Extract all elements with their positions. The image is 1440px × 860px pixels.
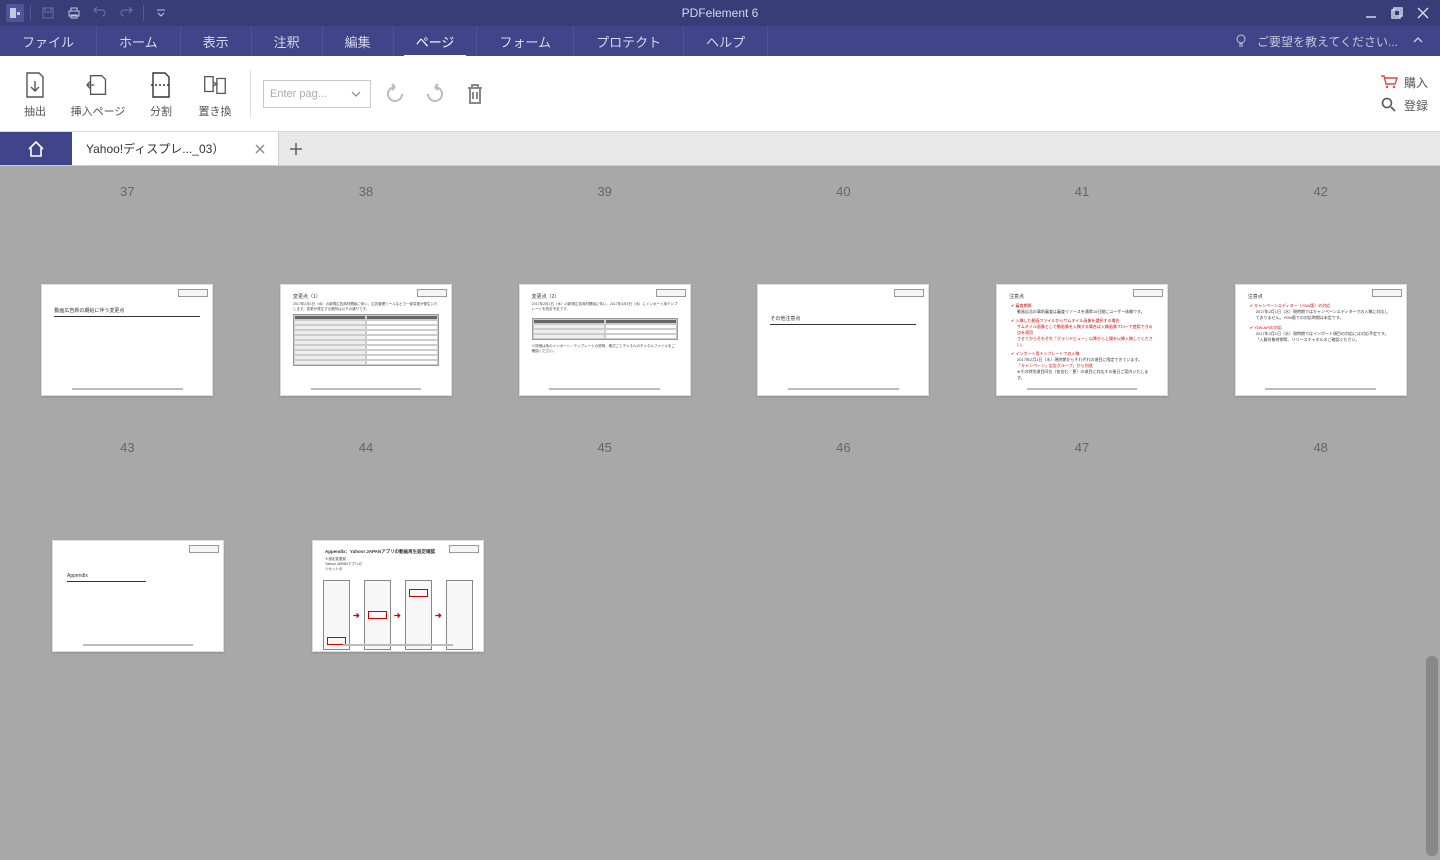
page-thumbnail-area: 37 38 39 40 41 42 動画広告新の期始に伴う変更点 変更点（1） bbox=[0, 166, 1440, 860]
page-number: 47 bbox=[1075, 422, 1089, 468]
replace-label: 置き換 bbox=[199, 103, 232, 119]
register-label: 登録 bbox=[1404, 97, 1428, 114]
page-range-input[interactable]: Enter pag... bbox=[263, 80, 371, 108]
thumb-title: 動画広告新の期始に伴う変更点 bbox=[54, 307, 200, 317]
app-logo bbox=[6, 4, 24, 22]
page-thumbnail-40[interactable]: その他注意点 bbox=[757, 284, 929, 396]
dropdown-caret-icon bbox=[348, 86, 364, 102]
home-tab[interactable] bbox=[0, 132, 72, 165]
extract-icon bbox=[21, 69, 49, 101]
maximize-button[interactable] bbox=[1384, 2, 1410, 24]
page-thumbnail-37[interactable]: 動画広告新の期始に伴う変更点 bbox=[41, 284, 213, 396]
thumb-title: Appendix bbox=[67, 573, 146, 582]
page-number: 41 bbox=[1075, 166, 1089, 212]
delete-button[interactable] bbox=[459, 78, 491, 110]
menu-bar: ファイル ホーム 表示 注釈 編集 ページ フォーム プロテクト ヘルプ ご要望… bbox=[0, 26, 1440, 56]
qat-print-icon[interactable] bbox=[63, 2, 85, 24]
replace-icon bbox=[201, 69, 229, 101]
menu-page[interactable]: ページ bbox=[394, 26, 478, 56]
thumb-sub: 2017年2月1日（水）の新規広告商材開始に伴い、広告管理ツールなどで一部変更が… bbox=[293, 302, 439, 312]
app-title: PDFelement 6 bbox=[0, 6, 1440, 20]
menu-file[interactable]: ファイル bbox=[0, 26, 97, 56]
minimize-button[interactable] bbox=[1358, 2, 1384, 24]
document-tab[interactable]: Yahoo!ディスプレ..._03） bbox=[72, 132, 279, 165]
menu-comment[interactable]: 注釈 bbox=[252, 26, 323, 56]
page-range-placeholder: Enter pag... bbox=[270, 88, 327, 100]
page-number: 42 bbox=[1313, 166, 1327, 212]
add-tab-button[interactable] bbox=[279, 132, 313, 165]
page-number: 48 bbox=[1313, 422, 1327, 468]
page-number: 39 bbox=[597, 166, 611, 212]
buy-label: 購入 bbox=[1404, 74, 1428, 91]
insert-page-icon bbox=[84, 69, 112, 101]
menu-help[interactable]: ヘルプ bbox=[684, 26, 768, 56]
page-number: 45 bbox=[597, 422, 611, 468]
close-tab-icon[interactable] bbox=[252, 141, 268, 157]
collapse-ribbon-icon[interactable] bbox=[1406, 29, 1430, 53]
close-button[interactable] bbox=[1410, 2, 1436, 24]
menu-view[interactable]: 表示 bbox=[181, 26, 252, 56]
lightbulb-icon bbox=[1233, 33, 1249, 49]
insert-page-label: 挿入ページ bbox=[71, 103, 126, 119]
page-thumbnail-39[interactable]: 変更点（2） 2017年2月1日（水）の新規広告商材開始に伴い、2017年4月5… bbox=[519, 284, 691, 396]
page-thumbnail-43[interactable]: Appendix bbox=[52, 540, 224, 652]
replace-button[interactable]: 置き換 bbox=[192, 64, 238, 124]
page-thumbnail-44[interactable]: Appendix：Yahoo! JAPANアプリの動画再生設定確認 ※設定変更前… bbox=[312, 540, 484, 652]
split-button[interactable]: 分割 bbox=[138, 64, 184, 124]
qat-save-icon[interactable] bbox=[37, 2, 59, 24]
menu-edit[interactable]: 編集 bbox=[323, 26, 394, 56]
insert-page-button[interactable]: 挿入ページ bbox=[66, 64, 130, 124]
search-icon bbox=[1380, 97, 1398, 113]
page-number: 40 bbox=[836, 166, 850, 212]
register-button[interactable]: 登録 bbox=[1380, 97, 1428, 114]
thumb-title: その他注意点 bbox=[770, 315, 916, 325]
page-number: 44 bbox=[359, 422, 373, 468]
tab-strip: Yahoo!ディスプレ..._03） bbox=[0, 132, 1440, 166]
extract-button[interactable]: 抽出 bbox=[12, 64, 58, 124]
ribbon-toolbar: 抽出 挿入ページ 分割 置き換 Enter pag... bbox=[0, 56, 1440, 132]
document-tab-label: Yahoo!ディスプレ..._03） bbox=[86, 140, 224, 157]
page-thumbnail-42[interactable]: 注意点 ✔ キャンペーンエディター（YDN版）の対応 2017年2月1日（水）現… bbox=[1235, 284, 1407, 396]
rotate-left-button[interactable] bbox=[379, 78, 411, 110]
qat-undo-icon[interactable] bbox=[89, 2, 111, 24]
menu-protect[interactable]: プロテクト bbox=[574, 26, 684, 56]
qat-customize-icon[interactable] bbox=[150, 2, 172, 24]
page-number: 37 bbox=[120, 166, 134, 212]
rotate-right-button[interactable] bbox=[419, 78, 451, 110]
page-number: 46 bbox=[836, 422, 850, 468]
page-number: 38 bbox=[359, 166, 373, 212]
page-number: 43 bbox=[120, 422, 134, 468]
feedback-link[interactable]: ご要望を教えてください... bbox=[1257, 33, 1398, 50]
page-thumbnail-41[interactable]: 注意点 ✔ 審査期間 動画広告の事前審査は審査リソースを通常15日間にユーザー体… bbox=[996, 284, 1168, 396]
cart-icon bbox=[1380, 74, 1398, 90]
title-bar: PDFelement 6 bbox=[0, 0, 1440, 26]
page-thumbnail-38[interactable]: 変更点（1） 2017年2月1日（水）の新規広告商材開始に伴い、広告管理ツールな… bbox=[280, 284, 452, 396]
vertical-scrollbar[interactable] bbox=[1426, 656, 1438, 856]
buy-button[interactable]: 購入 bbox=[1380, 74, 1428, 91]
menu-home[interactable]: ホーム bbox=[97, 26, 181, 56]
menu-form[interactable]: フォーム bbox=[477, 26, 574, 56]
qat-redo-icon[interactable] bbox=[115, 2, 137, 24]
split-label: 分割 bbox=[150, 103, 172, 119]
extract-label: 抽出 bbox=[24, 103, 46, 119]
split-icon bbox=[147, 69, 175, 101]
